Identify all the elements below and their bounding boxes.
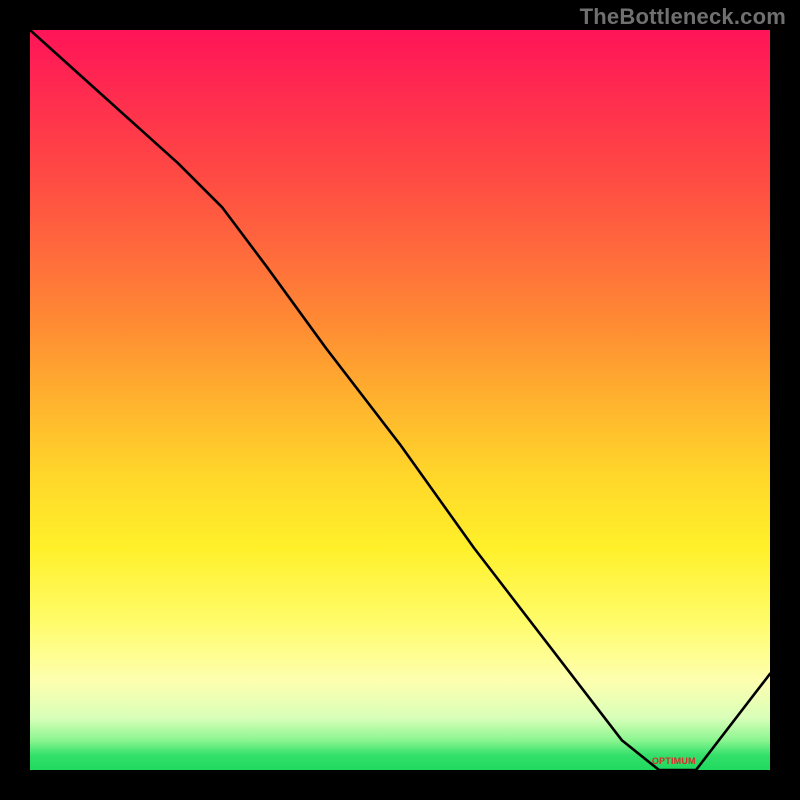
chart-frame: TheBottleneck.com OPTIMUM [0,0,800,800]
plot-area: OPTIMUM [30,30,770,770]
watermark-text: TheBottleneck.com [580,4,786,30]
bottleneck-curve [30,30,770,770]
optimum-marker: OPTIMUM [652,756,696,766]
curve-svg [30,30,770,770]
